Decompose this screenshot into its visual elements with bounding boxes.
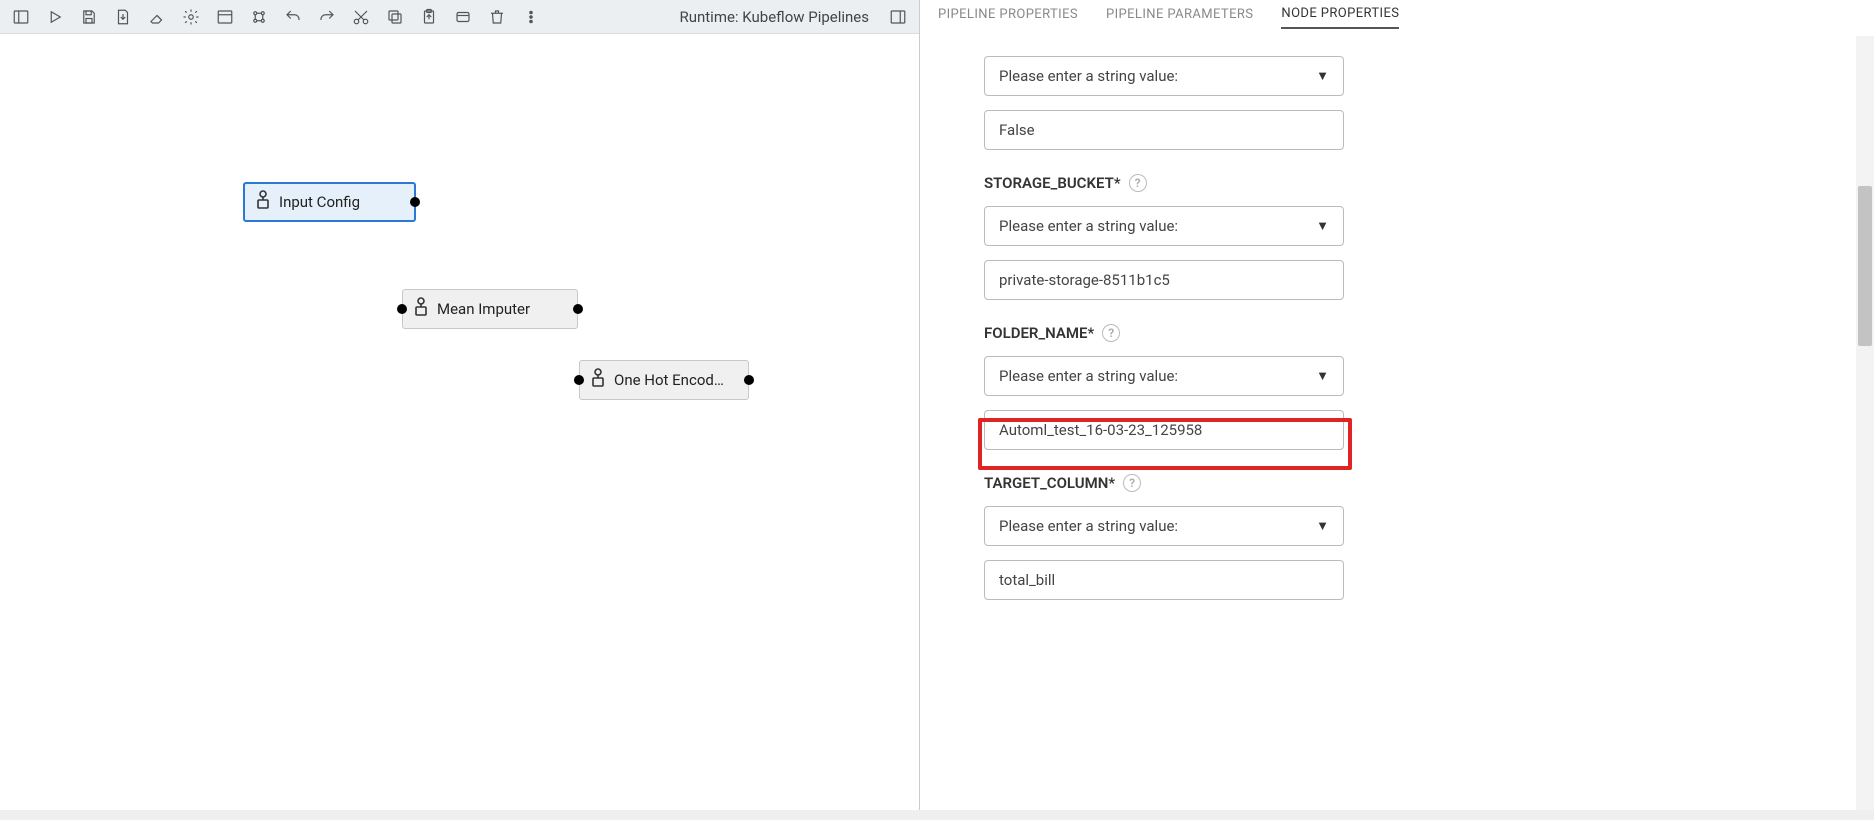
runtime-label: Runtime: Kubeflow Pipelines <box>679 8 869 26</box>
node-type-icon <box>255 190 271 214</box>
output-port[interactable] <box>573 304 583 314</box>
node-mean-imputer[interactable]: Mean Imputer <box>402 289 578 329</box>
prop-target-column: TARGET_COLUMN* ? Please enter a string v… <box>984 474 1802 600</box>
output-port[interactable] <box>410 197 420 207</box>
node-label: Input Config <box>279 193 360 211</box>
tab-pipeline-parameters[interactable]: PIPELINE PARAMETERS <box>1106 7 1253 28</box>
target-column-value[interactable]: total_bill <box>984 560 1344 600</box>
prop-label-text: STORAGE_BUCKET* <box>984 174 1121 192</box>
paste-icon[interactable] <box>414 3 444 31</box>
settings-icon[interactable] <box>176 3 206 31</box>
select-placeholder: Please enter a string value: <box>999 67 1178 85</box>
chevron-down-icon: ▼ <box>1316 368 1329 384</box>
run-icon[interactable] <box>40 3 70 31</box>
storage-bucket-value[interactable]: private-storage-8511b1c5 <box>984 260 1344 300</box>
redo-icon[interactable] <box>312 3 342 31</box>
folder-name-select[interactable]: Please enter a string value: ▼ <box>984 356 1344 396</box>
app-root: Runtime: Kubeflow Pipelines Input Config <box>0 0 1874 820</box>
help-icon[interactable]: ? <box>1102 324 1120 342</box>
select-placeholder: Please enter a string value: <box>999 367 1178 385</box>
clear-icon[interactable] <box>142 3 172 31</box>
folder-name-value[interactable]: Automl_test_16-03-23_125958 <box>984 410 1344 450</box>
text-value: total_bill <box>999 571 1055 589</box>
editor-toolbar: Runtime: Kubeflow Pipelines <box>0 0 919 34</box>
editor-pane: Runtime: Kubeflow Pipelines Input Config <box>0 0 920 820</box>
property-tabs: PIPELINE PROPERTIES PIPELINE PARAMETERS … <box>920 0 1874 36</box>
properties-panel: PIPELINE PROPERTIES PIPELINE PARAMETERS … <box>920 0 1874 820</box>
prop-is-training: IS_TRAINING ? Please enter a string valu… <box>984 36 1802 150</box>
tab-node-properties[interactable]: NODE PROPERTIES <box>1281 6 1399 29</box>
cut-icon[interactable] <box>346 3 376 31</box>
pipeline-canvas[interactable]: Input Config Mean Imputer One Hot Encod… <box>0 34 919 820</box>
node-type-icon <box>590 368 606 392</box>
text-value: private-storage-8511b1c5 <box>999 271 1170 289</box>
select-placeholder: Please enter a string value: <box>999 517 1178 535</box>
panel-toggle-left-icon[interactable] <box>6 3 36 31</box>
delete-icon[interactable] <box>482 3 512 31</box>
chevron-down-icon: ▼ <box>1316 518 1329 534</box>
chevron-down-icon: ▼ <box>1316 218 1329 234</box>
select-placeholder: Please enter a string value: <box>999 217 1178 235</box>
prop-label-text: TARGET_COLUMN* <box>984 474 1115 492</box>
chevron-down-icon: ▼ <box>1316 68 1329 84</box>
target-column-select[interactable]: Please enter a string value: ▼ <box>984 506 1344 546</box>
copy-icon[interactable] <box>380 3 410 31</box>
panel-toggle-right-icon[interactable] <box>883 3 913 31</box>
prop-storage-bucket: STORAGE_BUCKET* ? Please enter a string … <box>984 174 1802 300</box>
tab-pipeline-properties[interactable]: PIPELINE PROPERTIES <box>938 7 1078 28</box>
is-training-select[interactable]: Please enter a string value: ▼ <box>984 56 1344 96</box>
text-value: Automl_test_16-03-23_125958 <box>999 421 1202 439</box>
help-icon[interactable]: ? <box>1123 474 1141 492</box>
node-one-hot-encoder[interactable]: One Hot Encod… <box>579 360 749 400</box>
input-port[interactable] <box>574 375 584 385</box>
properties-scroll[interactable]: IS_TRAINING ? Please enter a string valu… <box>920 36 1856 820</box>
output-port[interactable] <box>744 375 754 385</box>
help-icon[interactable]: ? <box>1129 174 1147 192</box>
input-port[interactable] <box>397 304 407 314</box>
is-training-value[interactable]: False <box>984 110 1344 150</box>
scrollbar[interactable] <box>1856 36 1874 820</box>
node-label: Mean Imputer <box>437 300 530 318</box>
storage-bucket-select[interactable]: Please enter a string value: ▼ <box>984 206 1344 246</box>
add-comment-icon[interactable] <box>244 3 274 31</box>
undo-icon[interactable] <box>278 3 308 31</box>
open-panel-icon[interactable] <box>210 3 240 31</box>
export-icon[interactable] <box>108 3 138 31</box>
more-icon[interactable] <box>516 3 546 31</box>
node-label: One Hot Encod… <box>614 371 724 389</box>
scroll-thumb[interactable] <box>1858 186 1872 346</box>
prop-folder-name: FOLDER_NAME* ? Please enter a string val… <box>984 324 1802 450</box>
save-icon[interactable] <box>74 3 104 31</box>
prop-label-text: FOLDER_NAME* <box>984 324 1094 342</box>
node-type-icon <box>413 297 429 321</box>
text-value: False <box>999 121 1035 139</box>
edges-layer <box>0 34 300 184</box>
node-input-config[interactable]: Input Config <box>243 182 416 222</box>
status-strip <box>0 810 1874 820</box>
new-node-icon[interactable] <box>448 3 478 31</box>
